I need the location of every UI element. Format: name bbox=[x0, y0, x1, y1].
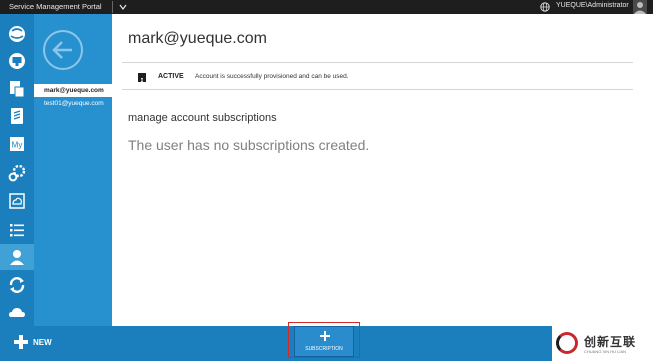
rail-item-websites[interactable] bbox=[0, 21, 34, 47]
rail-item-automation-sync[interactable] bbox=[0, 272, 34, 298]
brand-logo-icon bbox=[556, 332, 578, 354]
watermark-text: 创新互联 bbox=[584, 335, 637, 349]
section-heading: manage account subscriptions bbox=[128, 112, 277, 124]
service-nav-rail: My bbox=[0, 14, 34, 326]
rail-item-cloud[interactable] bbox=[0, 300, 34, 326]
info-icon bbox=[141, 78, 143, 85]
portal-title[interactable]: Service Management Portal bbox=[9, 2, 102, 11]
chevron-down-icon[interactable] bbox=[117, 1, 129, 13]
page-title: mark@yueque.com bbox=[128, 30, 267, 47]
sync-icon bbox=[9, 277, 25, 293]
mysql-icon: My bbox=[10, 137, 24, 151]
watermark-subtext: CHUANG XIN HU LIAN bbox=[584, 349, 627, 354]
rail-item-sql-servers[interactable] bbox=[0, 103, 34, 129]
monitor-icon bbox=[9, 53, 25, 69]
watermark: 创新互联 CHUANG XIN HU LIAN bbox=[552, 326, 653, 361]
sql-server-icon bbox=[11, 108, 23, 124]
account-detail: mark@yueque.com ACTIVE Account is succes… bbox=[112, 14, 653, 326]
user-accounts-icon bbox=[10, 250, 24, 265]
highlight-box bbox=[288, 322, 360, 358]
current-user[interactable]: YUEQUE\Administrator bbox=[556, 2, 629, 9]
back-button[interactable] bbox=[43, 30, 83, 70]
rail-item-virtual-machines[interactable] bbox=[0, 48, 34, 74]
plus-icon bbox=[14, 335, 28, 349]
user-silhouette-icon bbox=[634, 2, 646, 14]
status-icon bbox=[138, 73, 146, 85]
cloud-service-icon bbox=[9, 193, 25, 209]
topbar-divider bbox=[112, 1, 113, 13]
status-badge: ACTIVE bbox=[158, 73, 184, 80]
rail-item-cloud-services[interactable] bbox=[0, 188, 34, 214]
globe-icon[interactable] bbox=[540, 2, 550, 12]
list-icon bbox=[10, 224, 24, 237]
new-button[interactable]: NEW bbox=[14, 333, 74, 351]
rail-item-user-accounts[interactable] bbox=[0, 244, 34, 270]
automation-icon bbox=[8, 164, 26, 182]
empty-state-message: The user has no subscriptions created. bbox=[128, 137, 370, 153]
status-bar: ACTIVE Account is successfully provision… bbox=[122, 62, 633, 90]
cloud-icon bbox=[9, 308, 25, 317]
rail-item-automation[interactable] bbox=[0, 160, 34, 186]
rail-item-mysql[interactable]: My bbox=[0, 131, 34, 157]
account-item[interactable]: test01@yueque.com bbox=[34, 97, 112, 110]
account-item-selected[interactable]: mark@yueque.com bbox=[34, 84, 112, 97]
status-message: Account is successfully provisioned and … bbox=[195, 73, 349, 80]
arrow-left-icon bbox=[52, 41, 72, 59]
avatar[interactable] bbox=[633, 0, 647, 14]
rail-item-plans[interactable] bbox=[0, 217, 34, 243]
svg-text:My: My bbox=[12, 141, 23, 150]
globe-icon bbox=[9, 26, 25, 42]
top-bar: Service Management Portal YUEQUE\Adminis… bbox=[0, 0, 653, 14]
rail-item-databases[interactable] bbox=[0, 76, 34, 102]
new-label: NEW bbox=[33, 337, 52, 347]
database-icon bbox=[10, 81, 25, 98]
